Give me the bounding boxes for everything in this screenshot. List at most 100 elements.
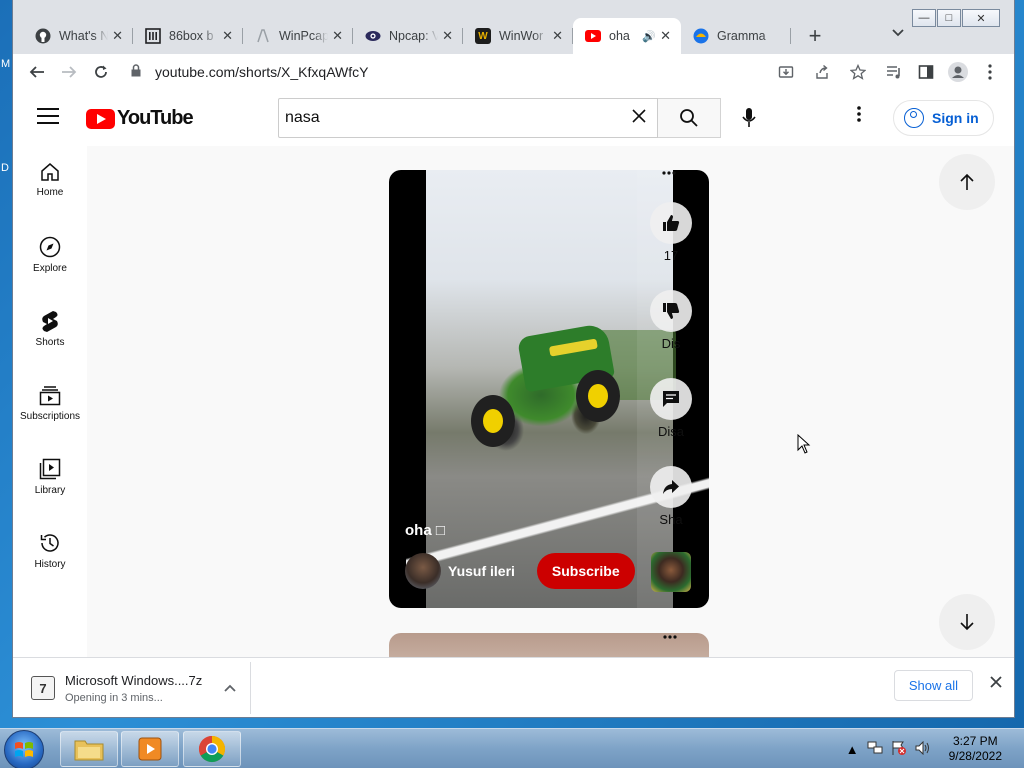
profile-avatar-icon[interactable] — [942, 56, 974, 88]
history-icon — [40, 534, 59, 552]
start-button[interactable] — [4, 730, 44, 768]
forward-button[interactable] — [53, 56, 85, 88]
media-player-icon — [138, 737, 162, 761]
action-center-flag-icon[interactable] — [891, 740, 907, 759]
bookmark-star-icon[interactable] — [842, 56, 874, 88]
dislike-action[interactable]: Dis — [647, 290, 695, 351]
address-bar[interactable]: youtube.com/shorts/X_KfxqAWfcY — [123, 57, 874, 87]
show-hidden-icons-icon[interactable]: ▲ — [846, 742, 859, 757]
download-status: Opening in 3 mins... — [65, 691, 163, 704]
show-all-downloads-button[interactable]: Show all — [893, 670, 973, 701]
next-short-button[interactable] — [939, 594, 995, 650]
taskbar-explorer[interactable] — [60, 731, 118, 767]
nav-item-shorts[interactable]: Shorts — [13, 294, 87, 368]
share-icon[interactable] — [806, 56, 838, 88]
nav-item-library[interactable]: Library — [13, 442, 87, 516]
tab-close-icon[interactable]: ✕ — [660, 28, 671, 44]
youtube-header: YouTube nasa Sign in — [13, 90, 1014, 146]
comment-icon — [650, 378, 692, 420]
tab-grammarly[interactable]: Gramma — [681, 18, 791, 54]
new-tab-button[interactable]: + — [797, 18, 833, 54]
tab-search-chevron-icon[interactable] — [892, 26, 904, 40]
tab-close-icon[interactable]: ✕ — [442, 28, 453, 44]
search-input[interactable]: nasa — [278, 98, 658, 138]
nav-item-explore[interactable]: Explore — [13, 220, 87, 294]
taskbar-media-player[interactable] — [121, 731, 179, 767]
nav-item-home[interactable]: Home — [13, 146, 87, 220]
tab-close-icon[interactable]: ✕ — [332, 28, 343, 44]
speaker-icon[interactable]: 🔊 — [642, 30, 656, 43]
short-more-icon[interactable] — [662, 162, 676, 178]
volume-icon[interactable] — [915, 740, 931, 758]
nav-label: Subscriptions — [19, 411, 81, 422]
nav-item-subscriptions[interactable]: Subscriptions — [13, 368, 87, 442]
channel-name[interactable]: Yusuf ileri — [448, 563, 515, 579]
windows-logo-icon — [15, 742, 33, 757]
windows-taskbar: ▲ 3:27 PM 9/28/2022 — [0, 728, 1024, 768]
tab-close-icon[interactable]: ✕ — [222, 28, 233, 44]
restore-button[interactable]: □ — [937, 9, 961, 27]
search-input-value: nasa — [285, 109, 320, 126]
media-control-icon[interactable] — [878, 56, 910, 88]
tab-npcap[interactable]: Npcap: V ✕ — [353, 18, 463, 54]
channel-avatar[interactable] — [405, 553, 441, 589]
sign-in-button[interactable]: Sign in — [893, 100, 994, 136]
comments-action[interactable]: Disa — [647, 378, 695, 439]
previous-short-button[interactable] — [939, 154, 995, 210]
shorts-icon — [42, 311, 58, 332]
arrow-down-icon — [960, 614, 974, 631]
winpcap-icon — [255, 28, 271, 44]
taskbar-chrome[interactable] — [183, 731, 241, 767]
tab-close-icon[interactable]: ✕ — [112, 28, 123, 44]
nav-item-history[interactable]: History — [13, 516, 87, 590]
like-count: 17 — [663, 248, 679, 263]
close-download-bar-icon[interactable] — [990, 675, 1002, 693]
settings-menu-icon[interactable] — [857, 106, 861, 126]
tab-whats-new[interactable]: What's N ✕ — [23, 18, 133, 54]
tab-strip: What's N ✕ 86box b ✕ WinPcap ✕ Npcap: V … — [23, 18, 833, 54]
browser-window: — □ ✕ What's N ✕ 86box b ✕ WinPcap ✕ Npc… — [12, 0, 1015, 718]
mouse-cursor-icon — [797, 433, 811, 459]
desktop-glyph: M — [1, 58, 11, 70]
video-frame[interactable] — [406, 170, 709, 608]
download-item[interactable]: 7 Microsoft Windows....7z Opening in 3 m… — [21, 662, 251, 714]
thumbs-down-icon — [650, 290, 692, 332]
voice-search-button[interactable] — [733, 102, 765, 134]
sound-thumbnail[interactable] — [651, 552, 691, 592]
download-text: Microsoft Windows....7z Opening in 3 min… — [65, 673, 224, 704]
tab-winworld[interactable]: W WinWor ✕ — [463, 18, 573, 54]
github-icon — [35, 28, 51, 44]
npcap-eye-icon — [365, 28, 381, 44]
youtube-logo[interactable]: YouTube — [86, 107, 194, 130]
youtube-play-icon — [86, 108, 115, 129]
next-short-preview[interactable] — [389, 633, 709, 657]
clear-search-icon[interactable] — [631, 107, 647, 130]
taskbar-clock[interactable]: 3:27 PM 9/28/2022 — [949, 734, 1002, 764]
subscribe-button[interactable]: Subscribe — [536, 553, 635, 589]
reload-button[interactable] — [85, 56, 117, 88]
nav-label: Shorts — [35, 337, 65, 348]
tab-86box[interactable]: 86box b ✕ — [133, 18, 243, 54]
tab-youtube-active[interactable]: oha 🔊 ✕ — [573, 18, 681, 54]
download-bar: 7 Microsoft Windows....7z Opening in 3 m… — [13, 657, 1014, 717]
share-action[interactable]: Sha — [647, 466, 695, 527]
tab-winpcap[interactable]: WinPcap ✕ — [243, 18, 353, 54]
window-close-button[interactable]: ✕ — [962, 9, 1000, 27]
network-icon[interactable] — [867, 741, 883, 758]
browser-menu-icon[interactable] — [974, 56, 1006, 88]
tab-close-icon[interactable]: ✕ — [552, 28, 563, 44]
next-short-more-icon[interactable] — [663, 626, 677, 642]
tab-title: Gramma — [717, 29, 766, 43]
tab-title: Npcap: V — [389, 29, 439, 43]
back-button[interactable] — [21, 56, 53, 88]
minimize-button[interactable]: — — [912, 9, 936, 27]
7z-archive-icon: 7 — [31, 676, 55, 700]
side-panel-icon[interactable] — [910, 56, 942, 88]
lock-icon[interactable] — [131, 64, 145, 80]
search-button[interactable] — [658, 98, 721, 138]
like-action[interactable]: 17 — [647, 202, 695, 263]
install-app-icon[interactable] — [770, 56, 802, 88]
chevron-up-icon[interactable] — [224, 681, 236, 695]
hamburger-menu-icon[interactable] — [37, 108, 59, 129]
nav-label: Home — [36, 187, 64, 198]
